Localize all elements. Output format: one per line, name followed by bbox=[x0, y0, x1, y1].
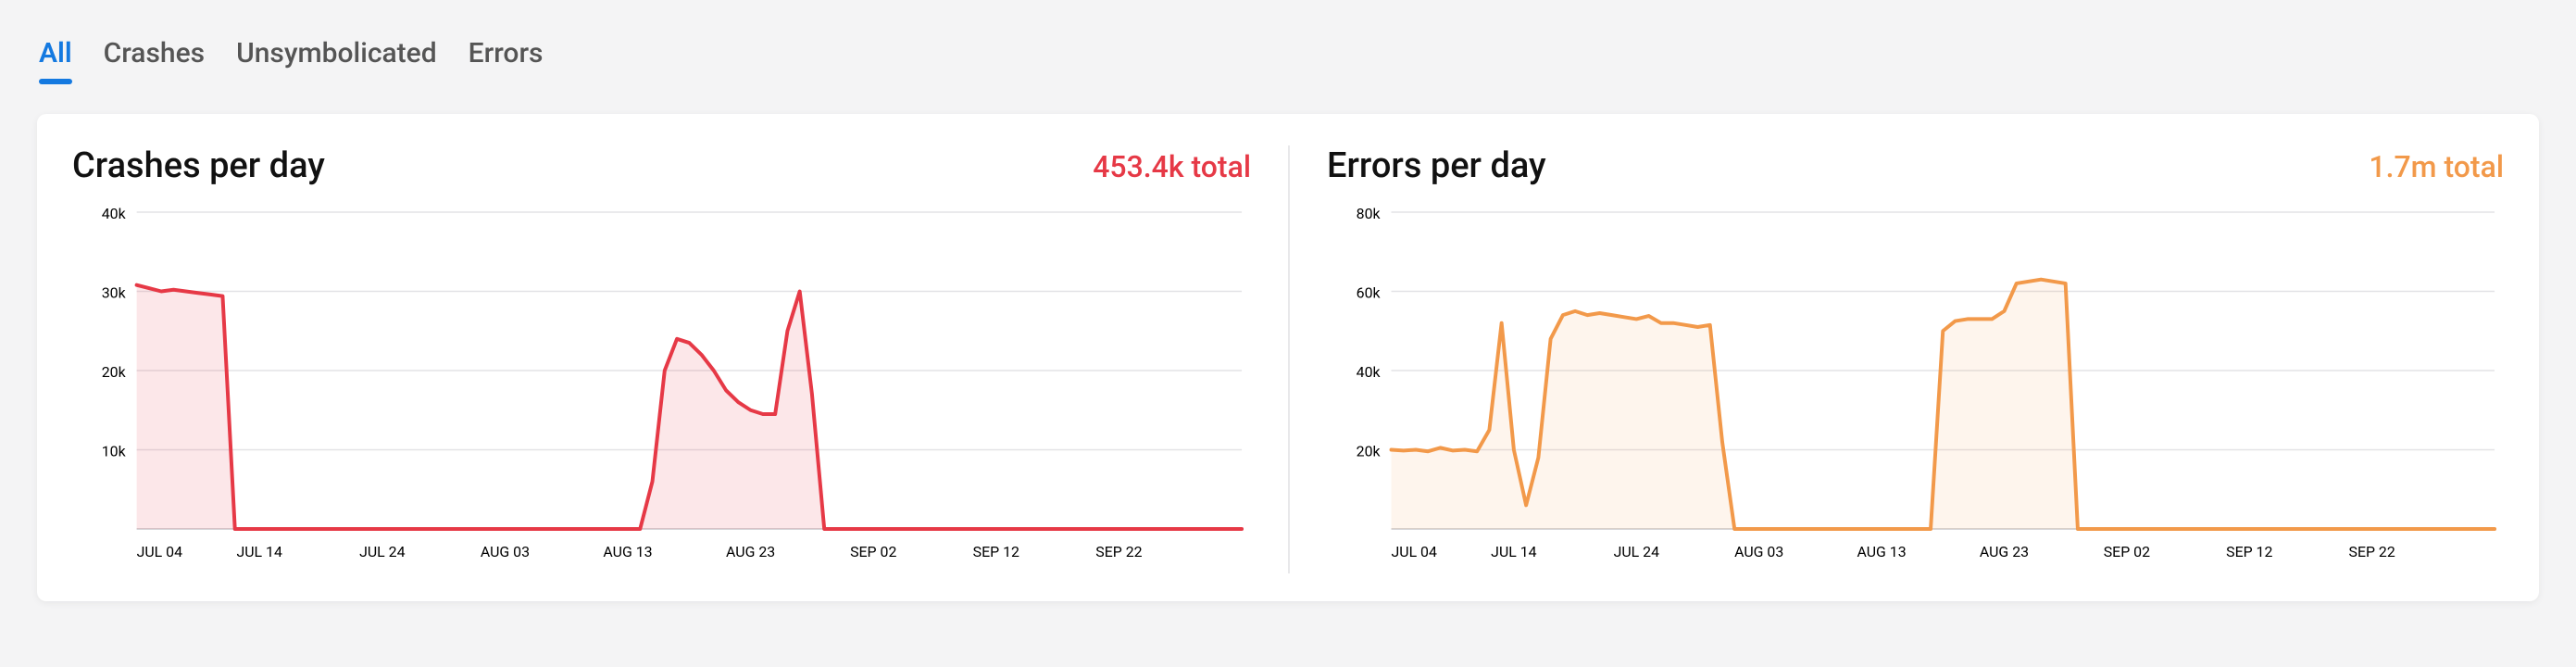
x-tick-label: JUL 14 bbox=[236, 543, 281, 560]
x-tick-label: SEP 02 bbox=[850, 543, 896, 560]
x-tick-label: AUG 23 bbox=[1980, 543, 2029, 560]
y-tick-label: 80k bbox=[1357, 205, 1382, 222]
y-tick-label: 40k bbox=[1357, 363, 1382, 381]
chart-crashes-area bbox=[137, 285, 1242, 529]
page-root: All Crashes Unsymbolicated Errors Crashes p… bbox=[0, 0, 2576, 667]
chart-cell-errors: Errors per day 1.7m total 20k 40k 60k 80k JUL … bbox=[1288, 145, 2504, 573]
chart-cell-crashes: Crashes per day 453.4k total 10k 20k 30k 40k J… bbox=[72, 145, 1288, 573]
chart-errors-svg: 20k 40k 60k 80k JUL 04 JUL 14 JUL 24 AUG 03 AUG … bbox=[1327, 203, 2504, 573]
x-tick-label: AUG 03 bbox=[481, 543, 530, 560]
chart-title: Errors per day bbox=[1327, 145, 1546, 186]
x-tick-label: SEP 12 bbox=[973, 543, 1019, 560]
y-tick-label: 30k bbox=[102, 283, 127, 301]
chart-errors[interactable]: 20k 40k 60k 80k JUL 04 JUL 14 JUL 24 AUG 03 AUG … bbox=[1327, 203, 2504, 573]
chart-total: 453.4k total bbox=[1093, 149, 1251, 184]
chart-header: Crashes per day 453.4k total bbox=[72, 145, 1251, 186]
x-tick-label: AUG 13 bbox=[603, 543, 652, 560]
y-tick-label: 10k bbox=[102, 442, 127, 459]
chart-crashes-svg: 10k 20k 30k 40k JUL 04 JUL 14 JUL 24 AUG 03 AUG … bbox=[72, 203, 1251, 573]
x-tick-label: SEP 12 bbox=[2226, 543, 2272, 560]
x-tick-label: JUL 14 bbox=[1491, 543, 1536, 560]
x-tick-label: AUG 03 bbox=[1734, 543, 1783, 560]
x-tick-label: JUL 24 bbox=[359, 543, 405, 560]
chart-crashes[interactable]: 10k 20k 30k 40k JUL 04 JUL 14 JUL 24 AUG 03 AUG … bbox=[72, 203, 1251, 573]
tab-errors[interactable]: Errors bbox=[469, 28, 544, 81]
x-tick-label: AUG 13 bbox=[1857, 543, 1907, 560]
y-tick-label: 40k bbox=[102, 205, 127, 222]
tab-all[interactable]: All bbox=[39, 28, 72, 81]
x-tick-label: JUL 04 bbox=[1392, 543, 1437, 560]
x-tick-label: JUL 24 bbox=[1614, 543, 1659, 560]
x-tick-label: JUL 04 bbox=[137, 543, 182, 560]
tab-crashes[interactable]: Crashes bbox=[104, 28, 205, 81]
chart-errors-area bbox=[1392, 280, 2495, 529]
chart-title: Crashes per day bbox=[72, 145, 325, 186]
x-tick-label: SEP 22 bbox=[2349, 543, 2395, 560]
y-tick-label: 20k bbox=[1357, 442, 1382, 459]
y-tick-label: 20k bbox=[102, 363, 127, 381]
tab-unsymbolicated[interactable]: Unsymbolicated bbox=[236, 28, 437, 81]
x-tick-label: SEP 02 bbox=[2104, 543, 2150, 560]
charts-card: Crashes per day 453.4k total 10k 20k 30k 40k J… bbox=[37, 114, 2539, 601]
chart-header: Errors per day 1.7m total bbox=[1327, 145, 2504, 186]
x-tick-label: AUG 23 bbox=[726, 543, 775, 560]
chart-total: 1.7m total bbox=[2369, 149, 2504, 184]
x-tick-label: SEP 22 bbox=[1095, 543, 1142, 560]
tabs: All Crashes Unsymbolicated Errors bbox=[37, 28, 2539, 81]
y-tick-label: 60k bbox=[1357, 283, 1382, 301]
charts-row: Crashes per day 453.4k total 10k 20k 30k 40k J… bbox=[72, 145, 2504, 573]
